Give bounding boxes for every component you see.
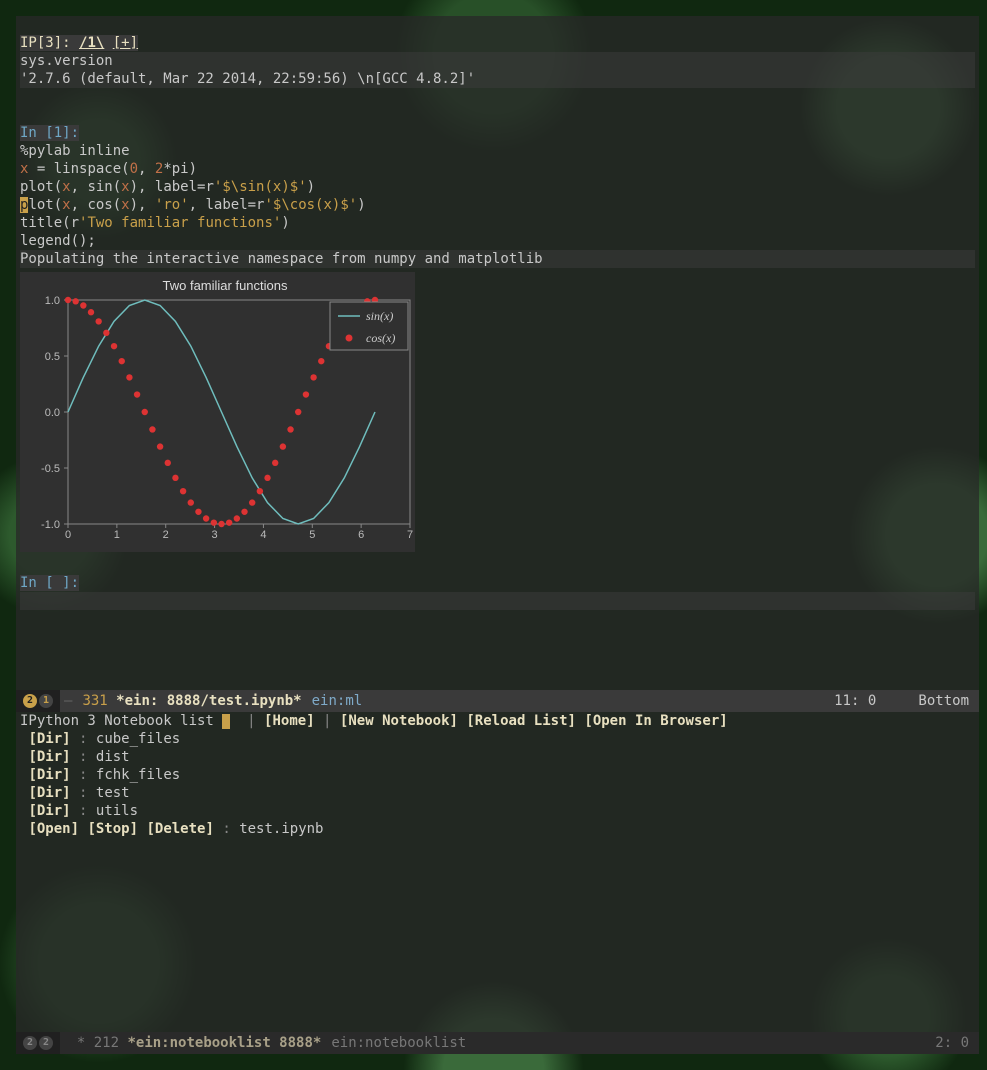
ml2-buffer-name: *ein:notebooklist 8888* <box>127 1032 321 1054</box>
dir-link[interactable]: [Dir] <box>28 731 70 747</box>
tab-bar: IP[3]: /1\ [+] <box>20 35 138 51</box>
code-line[interactable]: plot(x, cos(x), 'ro', label=r'$\cos(x)$'… <box>20 197 366 213</box>
notebook-pane[interactable]: IP[3]: /1\ [+] sys.version '2.7.6 (defau… <box>16 16 979 690</box>
dir-link[interactable]: [Dir] <box>28 749 70 765</box>
code-line[interactable]: title(r'Two familiar functions') <box>20 215 290 231</box>
ml-position: 11: 0 <box>834 693 876 709</box>
svg-text:1.0: 1.0 <box>45 295 60 307</box>
dir-name: fchk_files <box>96 767 180 783</box>
modeline-top: 21 — 331 *ein: 8888/test.ipynb* ein:ml 1… <box>16 690 979 712</box>
plot-output: Two familiar functions 0 1 2 3 4 5 6 7 -1.0 -0.5 0… <box>20 272 415 552</box>
open-browser-button[interactable]: [Open In Browser] <box>584 713 727 729</box>
ml2-position: 2: 0 <box>935 1032 979 1054</box>
tab-label: IP[3]: <box>20 35 71 51</box>
legend-sin: sin(x) <box>366 309 393 323</box>
ml2-major-mode: ein:notebooklist <box>321 1032 466 1054</box>
dir-link[interactable]: [Dir] <box>28 803 70 819</box>
svg-text:-1.0: -1.0 <box>41 519 60 531</box>
delete-link[interactable]: [Delete] <box>146 821 213 837</box>
dir-link[interactable]: [Dir] <box>28 767 70 783</box>
svg-text:5: 5 <box>309 529 315 541</box>
file-name: test.ipynb <box>239 821 323 837</box>
stop-link[interactable]: [Stop] <box>87 821 138 837</box>
home-link[interactable]: [Home] <box>264 713 315 729</box>
notebooklist-pane[interactable]: IPython 3 Notebook list | [Home] | [New … <box>16 712 979 1032</box>
modeline-bottom: 22 * 212 *ein:notebooklist 8888* ein:not… <box>16 1032 979 1054</box>
ml-major-mode: ein:ml <box>302 690 363 712</box>
code-line[interactable]: x = linspace(0, 2*pi) <box>20 161 197 177</box>
dir-name: utils <box>96 803 138 819</box>
cell2-prompt[interactable]: In [ ]: <box>20 575 79 591</box>
tab-active[interactable]: /1\ <box>79 35 104 51</box>
ml2-line-total: 212 <box>94 1032 119 1054</box>
cell0-output: sys.version '2.7.6 (default, Mar 22 2014… <box>20 52 975 88</box>
cell2-body[interactable] <box>20 592 975 610</box>
ml-buffer-name: *ein: 8888/test.ipynb* <box>116 690 301 712</box>
svg-text:2: 2 <box>163 529 169 541</box>
svg-text:-0.5: -0.5 <box>41 463 60 475</box>
svg-text:0.5: 0.5 <box>45 351 60 363</box>
ml-where: Bottom <box>918 693 969 709</box>
ml-line-total: 331 <box>76 690 107 712</box>
reload-list-button[interactable]: [Reload List] <box>466 713 576 729</box>
legend-cos: cos(x) <box>366 331 395 345</box>
ml2-badge-2: 2 <box>39 1036 53 1050</box>
dir-name: test <box>96 785 130 801</box>
nblist-title: IPython 3 Notebook list <box>20 713 214 729</box>
cell1-prompt: In [1]: <box>20 125 79 141</box>
tab-new[interactable]: [+] <box>113 35 138 51</box>
open-link[interactable]: [Open] <box>28 821 79 837</box>
svg-text:7: 7 <box>407 529 413 541</box>
svg-text:3: 3 <box>212 529 218 541</box>
code-line[interactable]: plot(x, sin(x), label=r'$\sin(x)$') <box>20 179 315 195</box>
ml2-badge-1: 2 <box>23 1036 37 1050</box>
cell1-output: Populating the interactive namespace fro… <box>20 250 975 268</box>
emacs-frame: IP[3]: /1\ [+] sys.version '2.7.6 (defau… <box>16 16 979 1054</box>
new-notebook-button[interactable]: [New Notebook] <box>340 713 458 729</box>
cursor <box>222 714 230 729</box>
dir-name: dist <box>96 749 130 765</box>
svg-text:0: 0 <box>65 529 71 541</box>
ml-badge-1: 2 <box>23 694 37 708</box>
svg-text:6: 6 <box>358 529 364 541</box>
svg-text:0.0: 0.0 <box>45 407 60 419</box>
code-line[interactable]: legend(); <box>20 233 96 249</box>
ml-badge-2: 1 <box>39 694 53 708</box>
dir-link[interactable]: [Dir] <box>28 785 70 801</box>
svg-text:1: 1 <box>114 529 120 541</box>
code-line[interactable]: %pylab inline <box>20 143 130 159</box>
svg-text:4: 4 <box>260 529 266 541</box>
plot-title: Two familiar functions <box>163 278 288 293</box>
dir-name: cube_files <box>96 731 180 747</box>
